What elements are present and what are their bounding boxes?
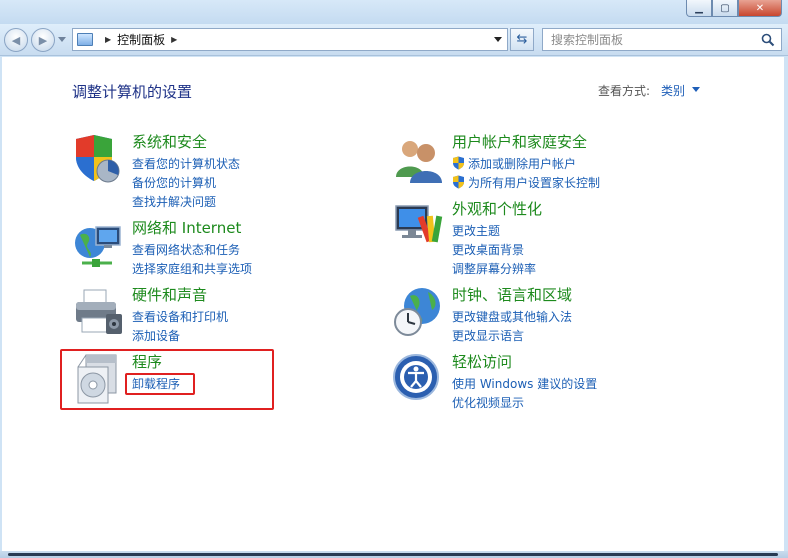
- address-history-dropdown[interactable]: [491, 31, 505, 48]
- navigation-bar: ◀ ▶ ▶ 控制面板 ▶ ⇆: [0, 24, 788, 56]
- view-by-label: 查看方式:: [598, 84, 651, 98]
- network-globe-icon[interactable]: [72, 219, 124, 271]
- link-view-computer-status[interactable]: 查看您的计算机状态: [132, 155, 240, 174]
- breadcrumb-chevron-icon[interactable]: ▶: [105, 35, 111, 44]
- link-change-theme[interactable]: 更改主题: [452, 222, 536, 241]
- window-bottom-border: [0, 551, 788, 558]
- link-optimize-video-display[interactable]: 优化视频显示: [452, 394, 597, 413]
- link-backup-computer[interactable]: 备份您的计算机: [132, 174, 240, 193]
- arrow-right-icon: ▶: [38, 33, 48, 47]
- category-title[interactable]: 用户帐户和家庭安全: [452, 131, 587, 152]
- uac-shield-icon: [453, 156, 464, 170]
- link-label: 添加或删除用户帐户: [468, 157, 577, 171]
- shield-pie-icon[interactable]: [72, 133, 124, 185]
- link-windows-recommended-settings[interactable]: 使用 Windows 建议的设置: [452, 375, 597, 394]
- search-box[interactable]: [542, 28, 782, 51]
- uac-shield-icon: [453, 175, 464, 189]
- clock-globe-icon[interactable]: [392, 286, 444, 338]
- category-title[interactable]: 时钟、语言和区域: [452, 284, 572, 305]
- link-screen-resolution[interactable]: 调整屏幕分辨率: [452, 260, 536, 279]
- link-add-device[interactable]: 添加设备: [132, 327, 228, 346]
- link-view-network-status[interactable]: 查看网络状态和任务: [132, 241, 252, 260]
- minimize-button[interactable]: ▁: [686, 0, 712, 17]
- category-title[interactable]: 系统和安全: [132, 131, 207, 152]
- content-pane: 调整计算机的设置 查看方式: 类别 系统和安全 查看您的计算机状态 备份您的计算…: [2, 57, 784, 551]
- search-icon[interactable]: [761, 33, 775, 47]
- search-input[interactable]: [551, 32, 751, 47]
- close-button[interactable]: ✕: [738, 0, 782, 17]
- view-by-dropdown[interactable]: 类别: [661, 82, 685, 99]
- link-desktop-background[interactable]: 更改桌面背景: [452, 241, 536, 260]
- link-add-remove-accounts[interactable]: 添加或删除用户帐户: [452, 155, 600, 174]
- category-title[interactable]: 网络和 Internet: [132, 217, 241, 238]
- link-parental-controls[interactable]: 为所有用户设置家长控制: [452, 174, 600, 193]
- link-label: 为所有用户设置家长控制: [468, 176, 601, 190]
- category-title[interactable]: 轻松访问: [452, 351, 512, 372]
- users-icon[interactable]: [392, 133, 444, 185]
- link-troubleshoot[interactable]: 查找并解决问题: [132, 193, 240, 212]
- monitor-palette-icon[interactable]: [392, 200, 444, 252]
- annotation-highlight-uninstall: [125, 373, 195, 395]
- arrow-left-icon: ◀: [11, 33, 21, 47]
- category-title[interactable]: 硬件和声音: [132, 284, 207, 305]
- forward-button[interactable]: ▶: [31, 28, 55, 52]
- link-change-input-method[interactable]: 更改键盘或其他输入法: [452, 308, 572, 327]
- link-homegroup-sharing[interactable]: 选择家庭组和共享选项: [132, 260, 252, 279]
- recent-pages-dropdown[interactable]: [58, 37, 66, 42]
- window-controls: ▁ ▢ ✕: [686, 0, 782, 17]
- maximize-button[interactable]: ▢: [712, 0, 738, 17]
- breadcrumb-chevron-icon[interactable]: ▶: [171, 35, 177, 44]
- link-change-display-language[interactable]: 更改显示语言: [452, 327, 572, 346]
- link-devices-printers[interactable]: 查看设备和打印机: [132, 308, 228, 327]
- title-bar: ▁ ▢ ✕: [0, 0, 788, 24]
- address-bar[interactable]: ▶ 控制面板 ▶: [72, 28, 508, 51]
- back-button[interactable]: ◀: [4, 28, 28, 52]
- control-panel-icon: [77, 33, 93, 46]
- breadcrumb-control-panel[interactable]: 控制面板: [117, 31, 165, 48]
- printer-icon[interactable]: [72, 286, 124, 338]
- refresh-icon: ⇆: [516, 32, 528, 47]
- chevron-down-icon[interactable]: [692, 87, 700, 92]
- page-title: 调整计算机的设置: [72, 83, 193, 101]
- refresh-button[interactable]: ⇆: [510, 28, 534, 51]
- category-title[interactable]: 外观和个性化: [452, 198, 542, 219]
- ease-of-access-icon[interactable]: [392, 353, 444, 405]
